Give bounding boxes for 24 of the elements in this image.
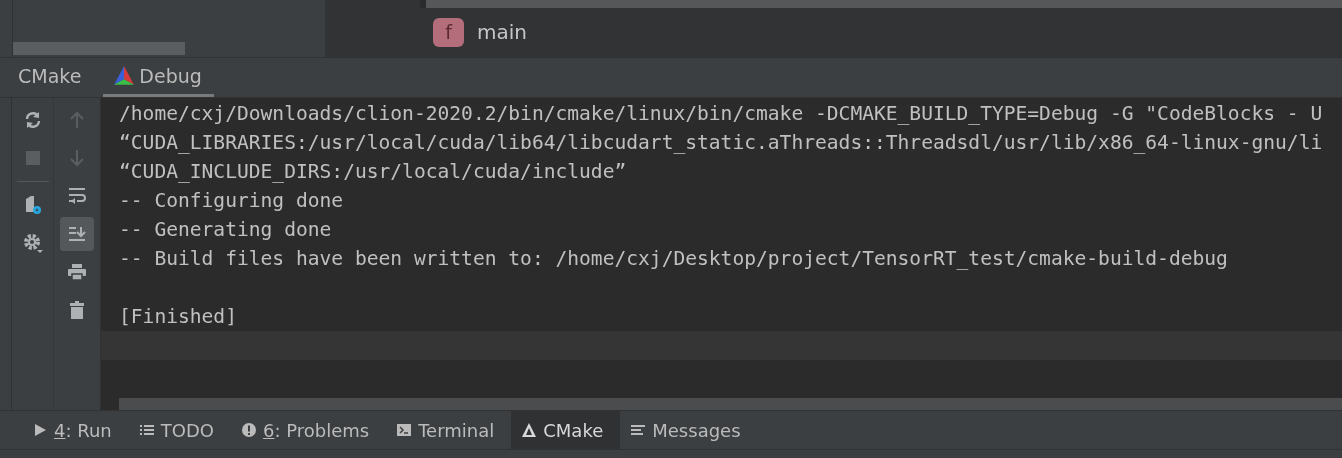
scrollbar-thumb[interactable]	[13, 41, 185, 55]
warning-icon	[240, 422, 257, 439]
console-line: [Finished]	[119, 305, 237, 329]
tool-tab[interactable]: CMake	[8, 57, 94, 98]
console-line: /home/cxj/Downloads/clion-2020.2/bin/cmake/linux/bin/cmake -DCMAKE_BUILD_TYPE=Debug -G "CodeBlocks - U	[119, 102, 1323, 126]
scroll-to-end-icon[interactable]	[60, 217, 94, 252]
console-line: -- Configuring done	[119, 189, 344, 213]
tool-window-tab[interactable]: 4: Run	[22, 411, 129, 450]
breadcrumb-item[interactable]: main	[477, 20, 527, 45]
tool-window-tab[interactable]: Terminal	[386, 411, 512, 450]
terminal-icon	[396, 422, 413, 439]
tool-window-tab[interactable]: 6: Problems	[230, 411, 387, 450]
console-line: -- Generating done	[119, 218, 332, 242]
tool-window-tab[interactable]: TODO	[128, 411, 231, 450]
console-line: “CUDA_LIBRARIES:/usr/local/cuda/lib64/libcudart_static.aThreads::Threadsdl/usr/lib/x86_64-linux-gnu/li	[119, 131, 1323, 155]
triangle-icon	[521, 422, 538, 439]
console-line: -- Build files have been written to: /home/cxj/Desktop/project/TensorRT_test/cmake-build-debug	[119, 247, 1228, 271]
scrollbar-thumb[interactable]	[119, 398, 1342, 411]
tool-window-tab[interactable]: Messages	[620, 411, 758, 450]
triangle-icon	[113, 65, 136, 87]
tool-window-tab[interactable]: CMake	[511, 411, 621, 450]
function-icon: f	[433, 17, 464, 47]
console-line: “CUDA_INCLUDE_DIRS:/usr/local/cuda/include”	[119, 160, 627, 184]
play-icon	[32, 422, 48, 439]
